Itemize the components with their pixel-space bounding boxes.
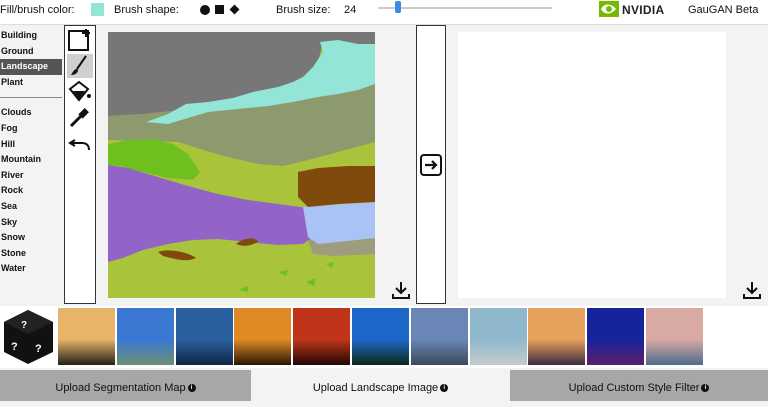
style-thumbnail[interactable] (175, 308, 233, 365)
brush-size-slider-thumb[interactable] (395, 1, 402, 13)
style-thumbnail[interactable] (293, 308, 351, 365)
label-sky[interactable]: Sky (0, 215, 62, 231)
style-thumbnail[interactable] (528, 308, 586, 365)
random-style-dice-icon[interactable]: ? ? ? (2, 308, 55, 366)
label-plant[interactable]: Plant (0, 75, 62, 91)
brush-icon (71, 55, 87, 75)
label-stone[interactable]: Stone (0, 246, 62, 262)
new-canvas-button[interactable] (67, 28, 93, 52)
nvidia-brand: NVIDIA (622, 3, 665, 17)
upload-landscape-label: Upload Landscape Image (312, 382, 439, 394)
top-toolbar: Fill/brush color: Brush shape: Brush siz… (0, 0, 768, 25)
label-sea[interactable]: Sea (0, 199, 62, 215)
brush-shape-circle[interactable] (200, 5, 210, 15)
label-fog[interactable]: Fog (0, 121, 62, 137)
brush-size-slider-track[interactable] (378, 7, 552, 9)
svg-text:?: ? (35, 343, 42, 355)
svg-text:?: ? (21, 320, 27, 331)
paint-bucket-icon (68, 80, 91, 102)
eyedropper-icon (69, 108, 89, 128)
label-mountain[interactable]: Mountain (0, 152, 62, 168)
info-icon[interactable]: i (187, 384, 196, 393)
sea-region (303, 202, 375, 244)
download-segmentation-icon[interactable] (391, 280, 411, 300)
brush-shape-label: Brush shape: (114, 4, 179, 16)
upload-style-label: Upload Custom Style Filter (568, 382, 700, 394)
brush-size-value: 24 (344, 4, 357, 16)
label-clouds[interactable]: Clouds (0, 105, 62, 121)
style-thumbnail[interactable] (352, 308, 409, 365)
brush-size-label: Brush size: (276, 4, 331, 16)
svg-text:?: ? (11, 341, 18, 353)
label-building[interactable]: Building (0, 28, 62, 44)
eyedropper-button[interactable] (67, 106, 93, 130)
label-ground[interactable]: Ground (0, 44, 62, 60)
brush-shape-square[interactable] (215, 5, 224, 14)
download-output-icon[interactable] (742, 280, 762, 300)
rock-region (298, 166, 375, 207)
segmentation-canvas[interactable] (108, 32, 375, 298)
upload-segmentation-label: Upload Segmentation Map (55, 382, 186, 394)
app-title: GauGAN Beta (688, 4, 759, 16)
upload-segmentation-button[interactable]: Upload Segmentation Map i (0, 370, 251, 401)
style-thumbnail[interactable] (116, 308, 174, 365)
label-river[interactable]: River (0, 168, 62, 184)
style-thumbnail[interactable] (58, 308, 115, 365)
generate-column (416, 25, 446, 304)
label-snow[interactable]: Snow (0, 230, 62, 246)
label-hill[interactable]: Hill (0, 137, 62, 153)
new-canvas-icon (68, 29, 90, 51)
nvidia-logo-icon (599, 1, 619, 17)
label-water[interactable]: Water (0, 261, 62, 277)
label-landscape[interactable]: Landscape (0, 59, 62, 75)
upload-style-button[interactable]: Upload Custom Style Filter i (510, 370, 768, 401)
paint-bucket-button[interactable] (67, 80, 93, 104)
style-thumbnail[interactable] (469, 308, 527, 365)
info-icon[interactable]: i (440, 384, 449, 393)
undo-icon (68, 139, 90, 151)
style-thumbnail[interactable] (587, 308, 645, 365)
generate-arrow-button[interactable] (420, 154, 442, 176)
semantic-label-list: Building Ground Landscape Plant Clouds F… (0, 28, 62, 277)
undo-button[interactable] (67, 132, 93, 156)
info-icon[interactable]: i (701, 384, 710, 393)
fill-color-swatch[interactable] (91, 3, 104, 16)
upload-landscape-button[interactable]: Upload Landscape Image i (251, 370, 510, 401)
output-image-canvas (458, 32, 726, 298)
style-thumbnail[interactable] (410, 308, 468, 365)
tool-column (64, 25, 96, 304)
brush-shape-diamond[interactable] (229, 4, 240, 15)
label-divider (0, 97, 62, 99)
style-thumbnail[interactable] (234, 308, 292, 365)
fill-color-label: Fill/brush color: (0, 4, 75, 16)
style-thumbnail[interactable] (646, 308, 703, 365)
label-rock[interactable]: Rock (0, 183, 62, 199)
style-filter-strip: ? ? ? (0, 306, 768, 368)
brush-tool-button[interactable] (67, 54, 93, 78)
